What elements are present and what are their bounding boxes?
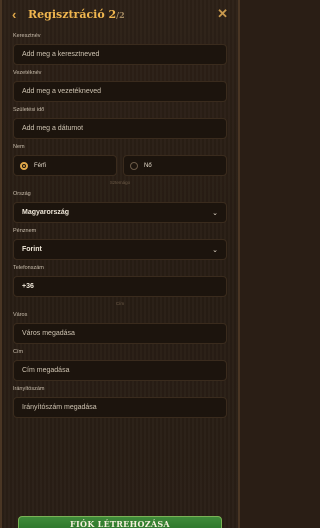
radio-unselected-icon <box>130 161 138 170</box>
currency-select[interactable]: Forint ⌄ <box>13 239 227 260</box>
birth-date-input[interactable]: Add meg a dátumot <box>13 118 227 139</box>
gender-label: Nem <box>13 144 25 150</box>
first-name-input[interactable]: Add meg a keresztneved <box>13 44 227 65</box>
page-title: Regisztráció 2/2 <box>28 8 125 21</box>
last-name-label: Vezetéknév <box>13 70 42 76</box>
gender-option-male[interactable]: Férfi <box>13 155 117 176</box>
chevron-down-icon: ⌄ <box>212 209 218 217</box>
last-name-input[interactable]: Add meg a vezetékneved <box>13 81 227 102</box>
city-label: Város <box>13 312 28 318</box>
registration-form: Keresztnév Add meg a keresztneved Vezeté… <box>2 33 238 418</box>
gender-female-label: Nő <box>144 162 152 169</box>
address-input[interactable]: Cím megadása <box>13 360 227 381</box>
zip-label: Irányítószám <box>13 386 45 392</box>
first-name-placeholder: Add meg a keresztneved <box>22 51 100 58</box>
city-placeholder: Város megadása <box>22 330 75 337</box>
country-label: Ország <box>13 191 31 197</box>
submit-area: FIÓK LÉTREHOZÁSA <box>2 514 238 528</box>
address-label: Cím <box>13 349 24 355</box>
currency-value: Forint <box>22 246 42 253</box>
phone-hint: Cím <box>115 301 125 306</box>
step-indicator: /2 <box>116 9 125 20</box>
header: ‹ Regisztráció 2/2 ✕ <box>2 0 238 28</box>
currency-label: Pénznem <box>13 228 37 234</box>
radio-selected-icon <box>20 161 28 170</box>
registration-panel: ‹ Regisztráció 2/2 ✕ Keresztnév Add meg … <box>0 0 240 528</box>
zip-input[interactable]: Irányítószám megadása <box>13 397 227 418</box>
title-text: Regisztráció 2 <box>28 7 117 21</box>
city-input[interactable]: Város megadása <box>13 323 227 344</box>
first-name-label: Keresztnév <box>13 33 41 39</box>
birth-date-label: Születési idő <box>13 107 45 113</box>
chevron-left-icon[interactable]: ‹ <box>12 7 24 22</box>
phone-value: +36 <box>22 283 34 290</box>
close-icon[interactable]: ✕ <box>217 6 228 22</box>
gender-option-female[interactable]: Nő <box>123 155 227 176</box>
create-account-button[interactable]: FIÓK LÉTREHOZÁSA <box>18 516 222 528</box>
gender-group: Férfi Nő <box>13 155 227 176</box>
country-select[interactable]: Magyarország ⌄ <box>13 202 227 223</box>
gender-hint: Sztemágo <box>109 180 131 185</box>
address-placeholder: Cím megadása <box>22 367 70 374</box>
phone-input[interactable]: +36 <box>13 276 227 297</box>
country-value: Magyarország <box>22 209 70 216</box>
last-name-placeholder: Add meg a vezetékneved <box>22 88 101 95</box>
zip-placeholder: Irányítószám megadása <box>22 404 97 411</box>
phone-label: Telefonszám <box>13 265 44 271</box>
chevron-down-icon: ⌄ <box>212 246 218 254</box>
gender-male-label: Férfi <box>34 162 46 169</box>
birth-date-placeholder: Add meg a dátumot <box>22 125 84 132</box>
